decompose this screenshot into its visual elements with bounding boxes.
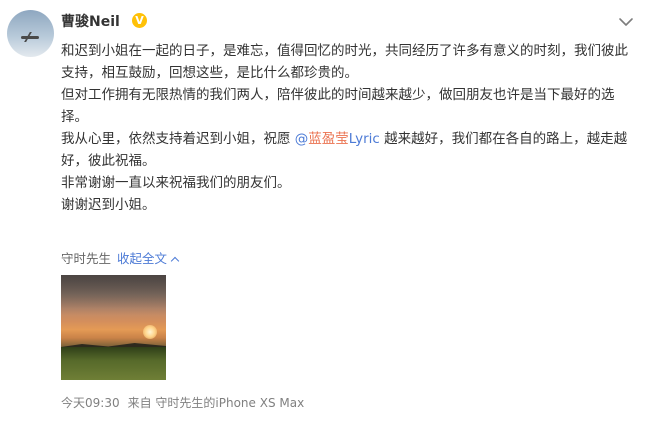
- post-body: 和迟到小姐在一起的日子，是难忘，值得回忆的时光，共同经历了许多有意义的时刻，我们…: [61, 40, 631, 216]
- photo-field: [61, 347, 166, 380]
- post-paragraph-4: 非常谢谢一直以来祝福我们的朋友们。: [61, 175, 291, 191]
- photo-sun: [143, 325, 157, 339]
- source-line: 守时先生 收起全文: [61, 251, 180, 267]
- mention-at: @: [294, 131, 309, 147]
- weibo-post-card: 曹骏Neil V 和迟到小姐在一起的日子，是难忘，值得回忆的时光，共同经历了许多…: [0, 0, 650, 423]
- mention-name: 蓝盈莹: [308, 131, 349, 147]
- post-meta: 今天09:30 来自 守时先生的iPhone XS Max: [61, 395, 304, 411]
- paragraph-3-before: 我从心里，依然支持着迟到小姐，祝愿: [61, 131, 295, 147]
- photo-clouds: [61, 275, 166, 315]
- mention-latin: Lyric: [348, 131, 380, 147]
- collapse-label: 收起全文: [117, 251, 168, 266]
- post-time[interactable]: 今天09:30: [61, 396, 120, 410]
- airplane-icon: [21, 36, 39, 39]
- post-source-device: 来自 守时先生的iPhone XS Max: [127, 396, 305, 410]
- mention-link[interactable]: @蓝盈莹Lyric: [295, 131, 380, 147]
- avatar[interactable]: [7, 10, 54, 57]
- chevron-up-icon: [170, 256, 180, 266]
- post-photo[interactable]: [61, 275, 166, 380]
- post-paragraph-5: 谢谢迟到小姐。: [61, 197, 156, 213]
- post-paragraph-2: 但对工作拥有无限热情的我们两人，陪伴彼此的时间越来越少，做回朋友也许是当下最好的…: [61, 87, 615, 125]
- chevron-down-icon[interactable]: [616, 12, 636, 32]
- post-paragraph-3: 我从心里，依然支持着迟到小姐，祝愿 @蓝盈莹Lyric 越来越好，我们都在各自的…: [61, 128, 631, 172]
- source-name: 守时先生: [61, 251, 112, 266]
- author-name[interactable]: 曹骏Neil: [61, 12, 120, 32]
- post-paragraph-1: 和迟到小姐在一起的日子，是难忘，值得回忆的时光，共同经历了许多有意义的时刻，我们…: [61, 43, 628, 81]
- verified-badge-icon: V: [132, 13, 147, 28]
- collapse-full-text-link[interactable]: 收起全文: [117, 251, 180, 266]
